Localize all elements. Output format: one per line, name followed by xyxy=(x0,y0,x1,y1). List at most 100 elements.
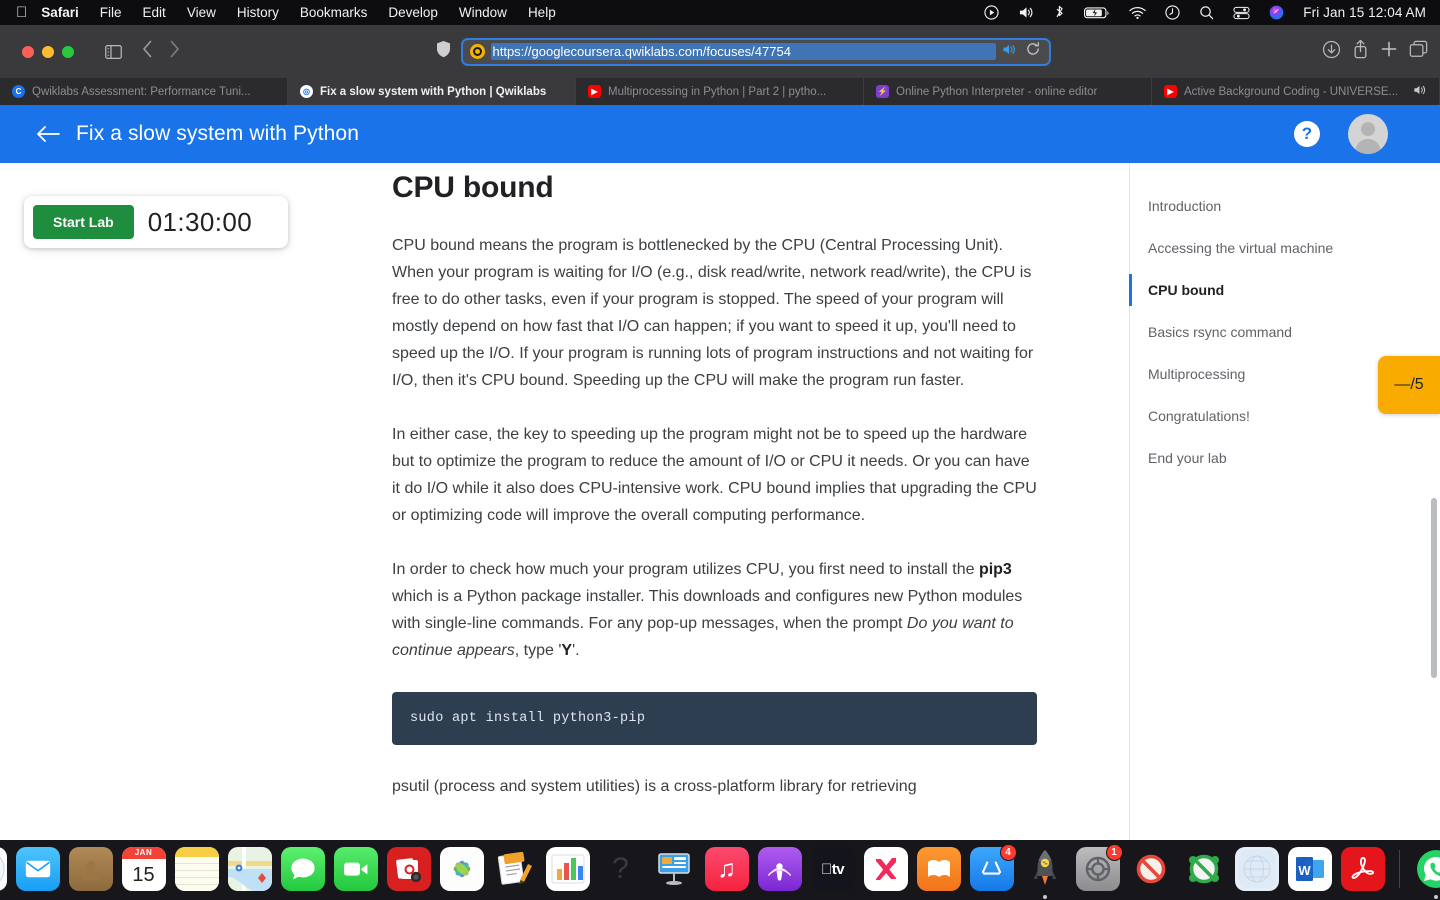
new-tab-icon[interactable] xyxy=(1380,40,1398,63)
menu-item-view[interactable]: View xyxy=(187,5,216,20)
tab-overview-icon[interactable] xyxy=(1409,40,1428,63)
notes-lines xyxy=(174,857,219,891)
maximize-window-button[interactable] xyxy=(62,45,74,58)
dock-item-adobe-acrobat[interactable] xyxy=(1340,847,1385,891)
tab-label: Multiprocessing in Python | Part 2 | pyt… xyxy=(608,85,827,98)
sidebar-toggle-icon[interactable] xyxy=(98,39,128,65)
system-preferences-badge: 1 xyxy=(1105,844,1123,861)
dock-item-music[interactable]: ♫ xyxy=(704,847,749,891)
battery-charging-icon[interactable] xyxy=(1084,6,1110,20)
time-machine-icon[interactable] xyxy=(1165,5,1180,20)
dock-item-numbers[interactable] xyxy=(545,847,590,891)
macos-dock: JAN 15 ? ♫ tv xyxy=(0,840,1440,900)
status-badge[interactable]: —/5 xyxy=(1378,356,1440,414)
wifi-icon[interactable] xyxy=(1129,6,1146,20)
dock-item-disk-blocked-red[interactable] xyxy=(1129,847,1173,891)
dock-item-help-viewer[interactable]: ? xyxy=(599,847,643,891)
nav-item-accessing-the-virtual-machine[interactable]: Accessing the virtual machine xyxy=(1130,227,1379,269)
running-indicator xyxy=(1433,895,1438,899)
minimize-window-button[interactable] xyxy=(42,45,54,58)
menu-item-history[interactable]: History xyxy=(237,5,279,20)
siri-icon[interactable] xyxy=(1269,5,1284,20)
lab-header-actions: ? xyxy=(1294,114,1420,154)
close-window-button[interactable] xyxy=(22,45,34,58)
tab-bar: C Qwiklabs Assessment: Performance Tuni.… xyxy=(0,78,1440,105)
downloads-icon[interactable] xyxy=(1322,40,1341,64)
browser-tab-1[interactable]: C Qwiklabs Assessment: Performance Tuni.… xyxy=(0,78,288,105)
dock-item-microsoft-word[interactable]: W xyxy=(1287,847,1332,891)
search-icon[interactable] xyxy=(1199,5,1214,20)
menu-item-file[interactable]: File xyxy=(100,5,122,20)
play-circle-icon[interactable] xyxy=(984,5,999,20)
menu-item-bookmarks[interactable]: Bookmarks xyxy=(300,5,368,20)
menu-item-safari[interactable]: Safari xyxy=(41,5,79,20)
nav-item-end-your-lab[interactable]: End your lab xyxy=(1130,437,1379,479)
arrow-left-icon[interactable] xyxy=(36,124,60,144)
share-icon[interactable] xyxy=(1352,39,1369,64)
safari-toolbar: https://googlecoursera.qwiklabs.com/focu… xyxy=(0,25,1440,78)
tab-audio-playing-icon[interactable] xyxy=(1413,84,1427,99)
privacy-shield-icon[interactable] xyxy=(436,40,451,63)
dock-item-safari[interactable] xyxy=(0,847,7,891)
dock-item-pycharm-rocket[interactable] xyxy=(1023,847,1067,899)
menu-item-help[interactable]: Help xyxy=(528,5,556,20)
lab-control-card: Start Lab 01:30:00 xyxy=(24,196,288,248)
dock-item-notes[interactable] xyxy=(174,847,219,891)
nav-item-cpu-bound[interactable]: CPU bound xyxy=(1129,269,1379,311)
dock-item-calendar[interactable]: JAN 15 xyxy=(121,847,166,891)
dock-item-books[interactable] xyxy=(916,847,961,891)
url-input[interactable]: https://googlecoursera.qwiklabs.com/focu… xyxy=(490,43,996,60)
dock-item-whatsapp[interactable] xyxy=(1414,847,1440,899)
tab-label: Active Background Coding - UNIVERSE... xyxy=(1184,85,1399,98)
back-chevron-icon[interactable] xyxy=(142,40,153,63)
dock-item-photo-booth[interactable] xyxy=(386,847,431,891)
help-button[interactable]: ? xyxy=(1294,121,1320,147)
address-bar[interactable]: https://googlecoursera.qwiklabs.com/focu… xyxy=(460,37,1051,66)
menubar-clock[interactable]: Fri Jan 15 12:04 AM xyxy=(1303,5,1426,20)
browser-tab-3[interactable]: ▶ Multiprocessing in Python | Part 2 | p… xyxy=(576,78,864,105)
start-lab-button[interactable]: Start Lab xyxy=(33,205,134,239)
speaker-icon[interactable] xyxy=(1002,43,1017,61)
vertical-scrollbar[interactable] xyxy=(1431,498,1437,678)
dock-item-apple-tv[interactable]: tv xyxy=(810,847,855,891)
question-mark-icon: ? xyxy=(612,852,629,885)
browser-tab-2-active[interactable]: ◎ Fix a slow system with Python | Qwikla… xyxy=(288,78,576,105)
lab-body: Start Lab 01:30:00 CPU bound CPU bound m… xyxy=(0,163,1440,840)
dock-item-keynote[interactable] xyxy=(652,847,696,891)
dock-item-contacts[interactable] xyxy=(68,847,113,891)
nav-item-congratulations[interactable]: Congratulations! xyxy=(1130,395,1379,437)
dock-item-pages[interactable] xyxy=(493,847,537,891)
avatar[interactable] xyxy=(1348,114,1388,154)
dock-item-system-preferences[interactable]: 1 xyxy=(1075,844,1123,891)
forward-chevron-icon[interactable] xyxy=(169,40,180,63)
dock-item-messages[interactable] xyxy=(280,847,325,891)
dock-item-news[interactable] xyxy=(863,847,908,891)
lab-header-bar: Fix a slow system with Python ? xyxy=(0,105,1440,163)
dock-item-app-store[interactable]: 4 xyxy=(969,844,1017,891)
url-bar-actions xyxy=(1002,42,1042,61)
volume-icon[interactable] xyxy=(1018,5,1035,20)
code-block[interactable]: sudo apt install python3-pip xyxy=(392,692,1037,745)
browser-tab-4[interactable]: ⚡ Online Python Interpreter - online edi… xyxy=(864,78,1152,105)
control-center-icon[interactable] xyxy=(1233,6,1250,20)
p3-seg-g: '. xyxy=(572,642,580,659)
dock-item-preview[interactable] xyxy=(1234,847,1279,891)
reload-icon[interactable] xyxy=(1026,42,1040,61)
youtube-favicon-icon: ▶ xyxy=(588,85,601,98)
nav-item-basics-rsync-command[interactable]: Basics rsync command xyxy=(1130,311,1379,353)
menu-item-develop[interactable]: Develop xyxy=(388,5,438,20)
dock-item-facetime[interactable] xyxy=(333,847,378,891)
dock-item-podcasts[interactable] xyxy=(757,847,802,891)
dock-item-photos[interactable] xyxy=(439,847,484,891)
bluetooth-icon[interactable] xyxy=(1054,5,1065,21)
browser-tab-5[interactable]: ▶ Active Background Coding - UNIVERSE... xyxy=(1152,78,1440,105)
apple-logo-icon[interactable]:  xyxy=(16,5,27,20)
menu-item-edit[interactable]: Edit xyxy=(143,5,166,20)
page-title: Fix a slow system with Python xyxy=(76,122,359,145)
dock-item-maps[interactable] xyxy=(227,847,272,891)
dock-item-mail[interactable] xyxy=(15,847,60,891)
nav-item-introduction[interactable]: Introduction xyxy=(1130,185,1379,227)
nav-item-multiprocessing[interactable]: Multiprocessing xyxy=(1130,353,1379,395)
dock-item-disk-blocked-green[interactable] xyxy=(1182,847,1226,891)
menu-item-window[interactable]: Window xyxy=(459,5,507,20)
